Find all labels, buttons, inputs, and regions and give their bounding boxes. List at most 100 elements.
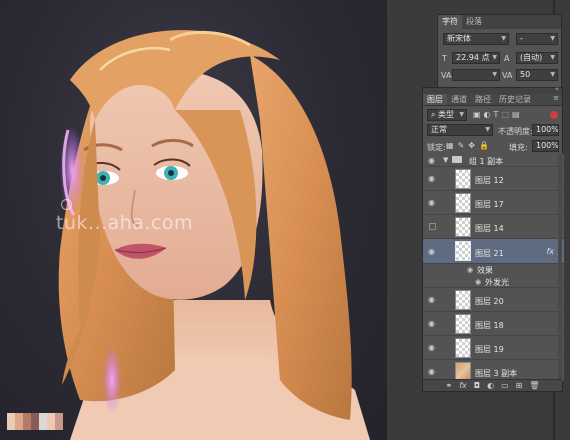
color-swatch	[31, 413, 39, 430]
tab-channels[interactable]: 通道	[447, 94, 471, 105]
visibility-eye-icon[interactable]: ◉	[428, 157, 438, 165]
lock-paint-icon[interactable]: ✎	[458, 141, 465, 150]
layer-list-scrollbar[interactable]	[558, 154, 562, 381]
layer-name: 图层 14	[475, 224, 504, 233]
filter-icons[interactable]: ▣◐T⬚▤	[473, 110, 523, 119]
blend-mode-value: 正常	[431, 125, 447, 134]
font-family-select[interactable]: 新宋体 ▼	[443, 33, 509, 45]
font-size-field[interactable]: 22.94 点 ▼	[452, 52, 500, 64]
character-panel: 字符 段落 新宋体 ▼ - ▼ T 22.94 点 ▼ A (自动) ▼ VA …	[437, 14, 562, 89]
color-swatch	[23, 413, 31, 430]
chevron-down-icon: ▼	[550, 54, 555, 61]
leading-field[interactable]: (自动) ▼	[516, 52, 558, 64]
layer-thumbnail	[455, 290, 471, 310]
layer-thumbnail	[455, 193, 471, 213]
layer-row[interactable]: ◉ 图层 20	[423, 288, 564, 312]
effects-row[interactable]: ◉ 效果	[423, 264, 564, 276]
layer-thumbnail	[455, 217, 471, 237]
link-layers-icon[interactable]: ⚭	[446, 380, 453, 391]
outer-glow-row[interactable]: ◉ 外发光	[423, 276, 564, 288]
watermark-text: tuk...aha.com	[56, 212, 194, 234]
lock-label: 锁定:	[427, 143, 446, 152]
visibility-eye-icon[interactable]: ◉	[428, 175, 438, 183]
layer-row[interactable]: ◉ 图层 17	[423, 191, 564, 215]
layer-filter-select[interactable]: ⌕ 类型 ▼	[427, 109, 467, 121]
layer-thumbnail	[455, 314, 471, 334]
fill-field[interactable]: 100%	[532, 140, 559, 152]
layers-panel-footer: ⚭ fx ◘ ◐ ▭ ⊞ 🗑	[423, 379, 562, 391]
lock-buttons: ▦ ✎ ✥ 🔒	[446, 141, 489, 150]
layer-filter-value: 类型	[438, 110, 455, 119]
tracking-value: 50	[520, 70, 531, 79]
effects-label: 效果	[477, 266, 493, 275]
tab-history[interactable]: 历史记录	[495, 94, 535, 105]
chevron-down-icon: ▼	[550, 35, 555, 42]
visibility-eye-icon[interactable]: ◉	[428, 199, 438, 207]
panel-title-bar[interactable]: «	[423, 85, 562, 94]
layer-row[interactable]: ◉ 图层 19	[423, 336, 564, 360]
adjustment-layer-icon[interactable]: ◐	[487, 380, 494, 391]
layer-row[interactable]: ◉ 图层 12	[423, 167, 564, 191]
layer-row-selected[interactable]: ◉ 图层 21 fx ▲	[423, 239, 564, 264]
document-canvas[interactable]: tuk...aha.com	[0, 0, 387, 440]
effect-eye-icon[interactable]: ◉	[475, 278, 481, 286]
layer-name: 图层 18	[475, 321, 504, 330]
font-style-value: -	[520, 34, 523, 43]
layers-panel: « 图层 通道 路径 历史记录 ≡ ⌕ 类型 ▼ ▣◐T⬚▤ 正常 ▼ 不透明度…	[422, 85, 564, 392]
visibility-eye-icon[interactable]: ◉	[428, 320, 438, 328]
effects-eye-icon[interactable]: ◉	[467, 266, 473, 274]
tracking-icon: VA	[502, 71, 513, 80]
chevron-down-icon: ▼	[485, 126, 490, 133]
visibility-eye-icon[interactable]: ◉	[428, 296, 438, 304]
tab-paragraph[interactable]: 段落	[462, 15, 486, 29]
new-group-folder-icon[interactable]: ▭	[501, 380, 509, 391]
lock-position-icon[interactable]: ✥	[468, 141, 475, 150]
tab-character[interactable]: 字符	[438, 15, 462, 29]
visibility-eye-icon[interactable]: ◉	[428, 344, 438, 352]
color-swatch	[47, 413, 55, 430]
blend-mode-select[interactable]: 正常 ▼	[427, 124, 493, 136]
chevron-down-icon: ▼	[501, 35, 506, 42]
layer-row[interactable]: 图层 14	[423, 215, 564, 239]
kerning-field[interactable]: ▼	[452, 69, 500, 81]
new-layer-icon[interactable]: ⊞	[516, 380, 523, 391]
add-style-fx-icon[interactable]: fx	[459, 380, 467, 391]
layer-thumbnail	[455, 338, 471, 358]
layer-row[interactable]: ◉ 图层 18	[423, 312, 564, 336]
chevron-down-icon: ▼	[459, 111, 464, 118]
layer-effects-fx-icon[interactable]: fx	[546, 247, 554, 256]
lock-all-icon[interactable]: 🔒	[479, 141, 489, 150]
collapse-icon[interactable]: «	[555, 85, 559, 93]
layer-row[interactable]: ◉ 图层 3 副本	[423, 360, 564, 381]
add-mask-icon[interactable]: ◘	[474, 380, 480, 391]
layer-name: 图层 12	[475, 176, 504, 185]
brush-cursor	[61, 199, 72, 210]
font-style-select[interactable]: - ▼	[516, 33, 558, 45]
visibility-off-box[interactable]	[429, 223, 436, 230]
layers-panel-tabs: 图层 通道 路径 历史记录	[423, 94, 562, 106]
font-size-value: 22.94 点	[456, 53, 490, 62]
filter-toggle-icon[interactable]	[550, 111, 558, 119]
lock-transparent-icon[interactable]: ▦	[446, 141, 454, 150]
layer-group-row[interactable]: ◉ ▼ 组 1 副本	[423, 154, 564, 167]
leading-value: (自动)	[520, 53, 543, 62]
tab-layers[interactable]: 图层	[423, 94, 447, 105]
panel-menu-icon[interactable]: ≡	[553, 94, 559, 102]
layer-name: 图层 3 副本	[475, 369, 518, 378]
fill-label: 填充:	[509, 143, 528, 152]
folder-icon	[452, 156, 462, 163]
font-size-icon: T	[442, 54, 447, 63]
layer-name: 图层 21	[475, 249, 504, 258]
leading-icon: A	[504, 54, 510, 63]
layer-list[interactable]: ◉ ▼ 组 1 副本 ◉ 图层 12 ◉ 图层 17 图层 14 ◉ 图层 21…	[423, 154, 564, 381]
tab-paths[interactable]: 路径	[471, 94, 495, 105]
chevron-down-icon: ▼	[492, 71, 497, 78]
opacity-field[interactable]: 100%	[532, 124, 559, 136]
delete-layer-trash-icon[interactable]: 🗑	[529, 380, 539, 391]
kerning-icon: VA	[441, 71, 452, 80]
outer-glow-label: 外发光	[485, 278, 509, 287]
visibility-eye-icon[interactable]: ◉	[428, 248, 438, 256]
visibility-eye-icon[interactable]: ◉	[428, 368, 438, 376]
tracking-field[interactable]: 50 ▼	[516, 69, 558, 81]
chevron-down-icon[interactable]: ▼	[443, 156, 448, 164]
